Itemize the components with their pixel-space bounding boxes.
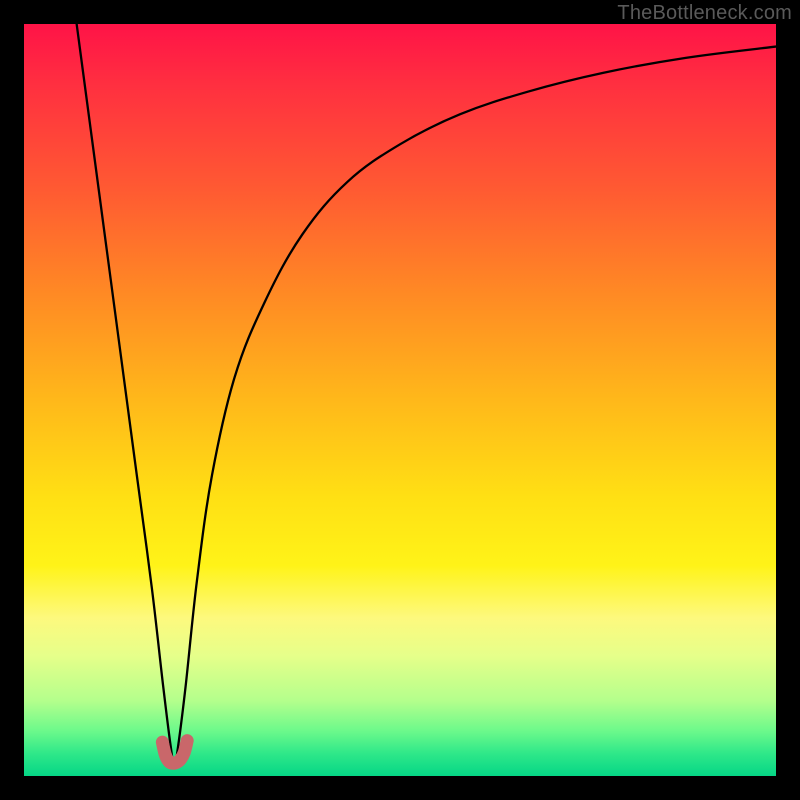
watermark-text: TheBottleneck.com	[617, 2, 792, 25]
sweet-spot-arc	[162, 741, 187, 764]
chart-svg	[24, 24, 776, 776]
chart-stage: TheBottleneck.com	[0, 0, 800, 800]
bottleneck-curve	[77, 24, 776, 766]
chart-plot-area	[24, 24, 776, 776]
